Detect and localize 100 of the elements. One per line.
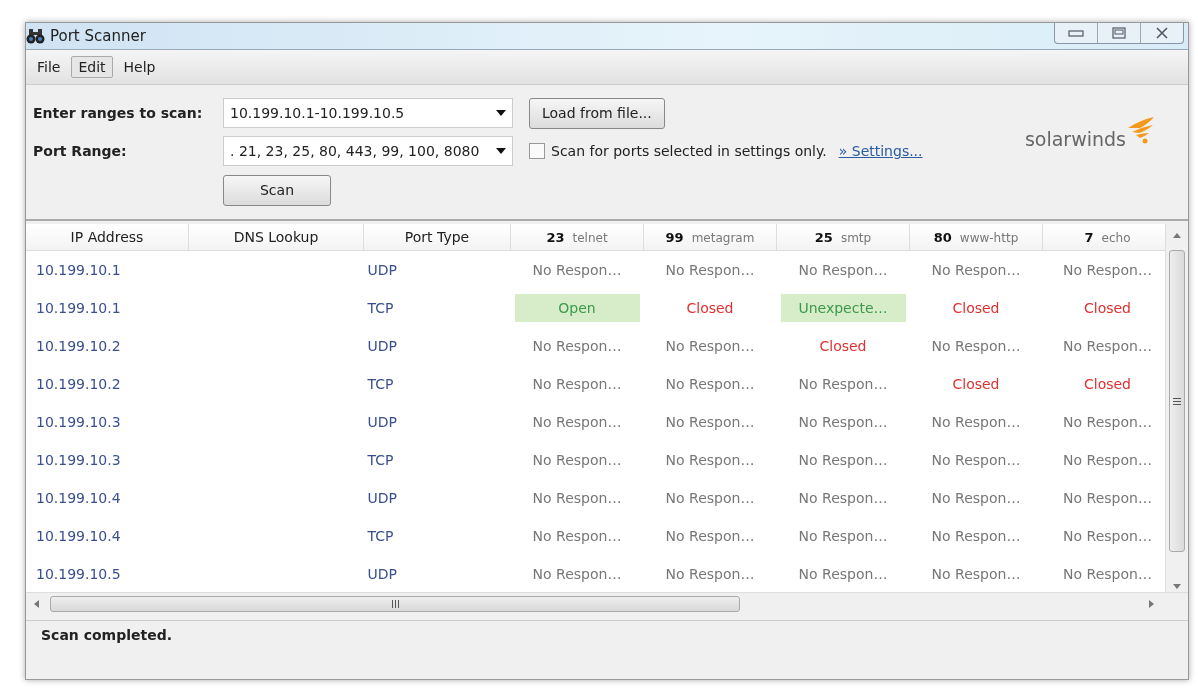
port-status-cell-text: No Respon… [930, 413, 1022, 432]
port-status-cell-text: No Respon… [797, 527, 889, 546]
port-status-cell-text: Closed [951, 375, 1001, 394]
column-header[interactable]: Port Type [363, 224, 511, 251]
ip-address-cell-text: 10.199.10.4 [35, 489, 122, 508]
port-status-cell-text: No Respon… [664, 337, 756, 356]
port-status-cell-text: No Respon… [797, 489, 889, 508]
column-header[interactable]: 99 metagram [643, 224, 777, 251]
column-header[interactable]: 25 smtp [776, 224, 910, 251]
port-status-cell-text: No Respon… [930, 337, 1022, 356]
ranges-dropdown[interactable]: 10.199.10.1-10.199.10.5 [223, 98, 513, 128]
port-status-cell-text: No Respon… [930, 565, 1022, 584]
grip-icon [391, 600, 399, 608]
port-status-cell-text: No Respon… [531, 489, 623, 508]
menu-item[interactable]: Edit [71, 56, 113, 78]
port-status-cell-text: No Respon… [797, 451, 889, 470]
port-status-cell-text: Closed [1083, 375, 1132, 394]
scan-button[interactable]: Scan [223, 174, 331, 206]
column-header[interactable]: IP Address [26, 224, 189, 251]
port-status-cell-text: No Respon… [797, 261, 889, 280]
port-status-cell-text: No Respon… [1062, 451, 1153, 470]
menu-item[interactable]: Help [116, 56, 163, 78]
ip-address-cell-text: 10.199.10.2 [35, 375, 122, 394]
settings-link[interactable]: » Settings... [838, 143, 923, 159]
port-status-cell-text: No Respon… [531, 565, 623, 584]
port-status-cell-text: No Respon… [797, 565, 889, 584]
checkbox-label: Scan for ports selected in settings only. [551, 143, 827, 159]
horizontal-scrollbar-thumb[interactable] [50, 596, 740, 612]
port-status-cell-text: No Respon… [531, 413, 623, 432]
port-status-cell-text: No Respon… [930, 451, 1022, 470]
port-type-cell-text: TCP [366, 375, 395, 394]
port-status-cell-text: No Respon… [664, 489, 756, 508]
port-status-cell-text: No Respon… [797, 413, 889, 432]
port-type-cell-text: UDP [366, 489, 398, 508]
menu-item[interactable]: File [30, 56, 68, 78]
field-label: Enter ranges to scan: [33, 105, 204, 121]
port-status-cell-text: No Respon… [1062, 527, 1153, 546]
grip-icon [1173, 397, 1181, 405]
port-status-cell-text: No Respon… [664, 375, 756, 394]
port-status-cell-text: No Respon… [1062, 489, 1153, 508]
port-status-cell-text: No Respon… [930, 527, 1022, 546]
ip-address-cell-text: 10.199.10.3 [35, 451, 122, 470]
port-status-cell-text: No Respon… [531, 337, 623, 356]
port-type-cell: UDP [363, 250, 511, 289]
column-header[interactable]: 7 echo [1042, 224, 1165, 251]
column-header[interactable]: 23 telnet [510, 224, 644, 251]
scroll-left-icon[interactable] [34, 600, 39, 608]
port-status-cell-text: No Respon… [531, 261, 623, 280]
close-icon[interactable] [1155, 27, 1169, 39]
vertical-scrollbar-thumb[interactable] [1169, 250, 1185, 552]
window-title: Port Scanner [50, 27, 146, 45]
port-type-cell-text: TCP [366, 451, 395, 470]
port-status-cell-text: No Respon… [930, 261, 1022, 280]
port-status-cell-text: No Respon… [664, 527, 756, 546]
ip-address-cell: 10.199.10.1 [26, 250, 189, 289]
flame-logo-icon [1126, 116, 1156, 146]
scroll-up-icon[interactable] [1173, 233, 1181, 238]
port-status-cell-text: No Respon… [664, 451, 756, 470]
scroll-down-icon[interactable] [1173, 584, 1181, 589]
port-status-cell: Unexpecte… [780, 294, 906, 322]
column-header[interactable]: 80 www-http [909, 224, 1043, 251]
port-status-cell-text: Closed [1083, 299, 1132, 318]
maximize-icon[interactable] [1112, 27, 1126, 39]
port-status-cell-text: Closed [951, 299, 1001, 318]
port-status-cell-text: No Respon… [1062, 565, 1153, 584]
port-status-cell-text: No Respon… [531, 375, 623, 394]
port-status-cell-text: No Respon… [1062, 337, 1153, 356]
port-status-cell-text: No Respon… [664, 261, 756, 280]
checkbox[interactable] [529, 143, 545, 159]
port-status-cell-text: No Respon… [531, 527, 623, 546]
port-status-cell-text: No Respon… [1062, 413, 1153, 432]
ip-address-cell-text: 10.199.10.5 [35, 565, 122, 584]
port-status-cell-text: Closed [818, 337, 868, 356]
port-status-cell-text: No Respon… [797, 375, 889, 394]
port-type-cell-text: TCP [366, 527, 395, 546]
logo-text: solarwinds [1024, 128, 1126, 150]
port-status-cell-text: No Respon… [664, 413, 756, 432]
port-status-cell-text: No Respon… [531, 451, 623, 470]
port-status-cell: Open [514, 294, 640, 322]
minimize-icon[interactable] [1068, 29, 1084, 37]
port-type-cell-text: UDP [366, 413, 398, 432]
load-from-file-button[interactable]: Load from file... [529, 97, 665, 129]
dropdown-caret-icon [496, 148, 506, 154]
port-range-dropdown[interactable]: . 21, 23, 25, 80, 443, 99, 100, 8080 [223, 136, 513, 166]
ip-address-cell-text: 10.199.10.4 [35, 527, 122, 546]
scroll-right-icon[interactable] [1149, 600, 1154, 608]
port-status-cell-text: No Respon… [664, 565, 756, 584]
port-status-cell-text: No Respon… [930, 489, 1022, 508]
ip-address-cell-text: 10.199.10.1 [35, 299, 122, 318]
port-status-cell-text: No Respon… [1062, 261, 1153, 280]
ip-address-cell-text: 10.199.10.2 [35, 337, 122, 356]
binoculars-icon [26, 28, 46, 44]
port-status-cell-text: Closed [685, 299, 735, 318]
ip-address-cell-text: 10.199.10.3 [35, 413, 122, 432]
column-header[interactable]: DNS Lookup [188, 224, 364, 251]
field-label: Port Range: [33, 143, 128, 159]
port-type-cell-text: UDP [366, 565, 398, 584]
port-type-cell-text: TCP [366, 299, 395, 318]
port-type-cell-text: UDP [366, 337, 398, 356]
status-text: Scan completed. [41, 627, 173, 643]
